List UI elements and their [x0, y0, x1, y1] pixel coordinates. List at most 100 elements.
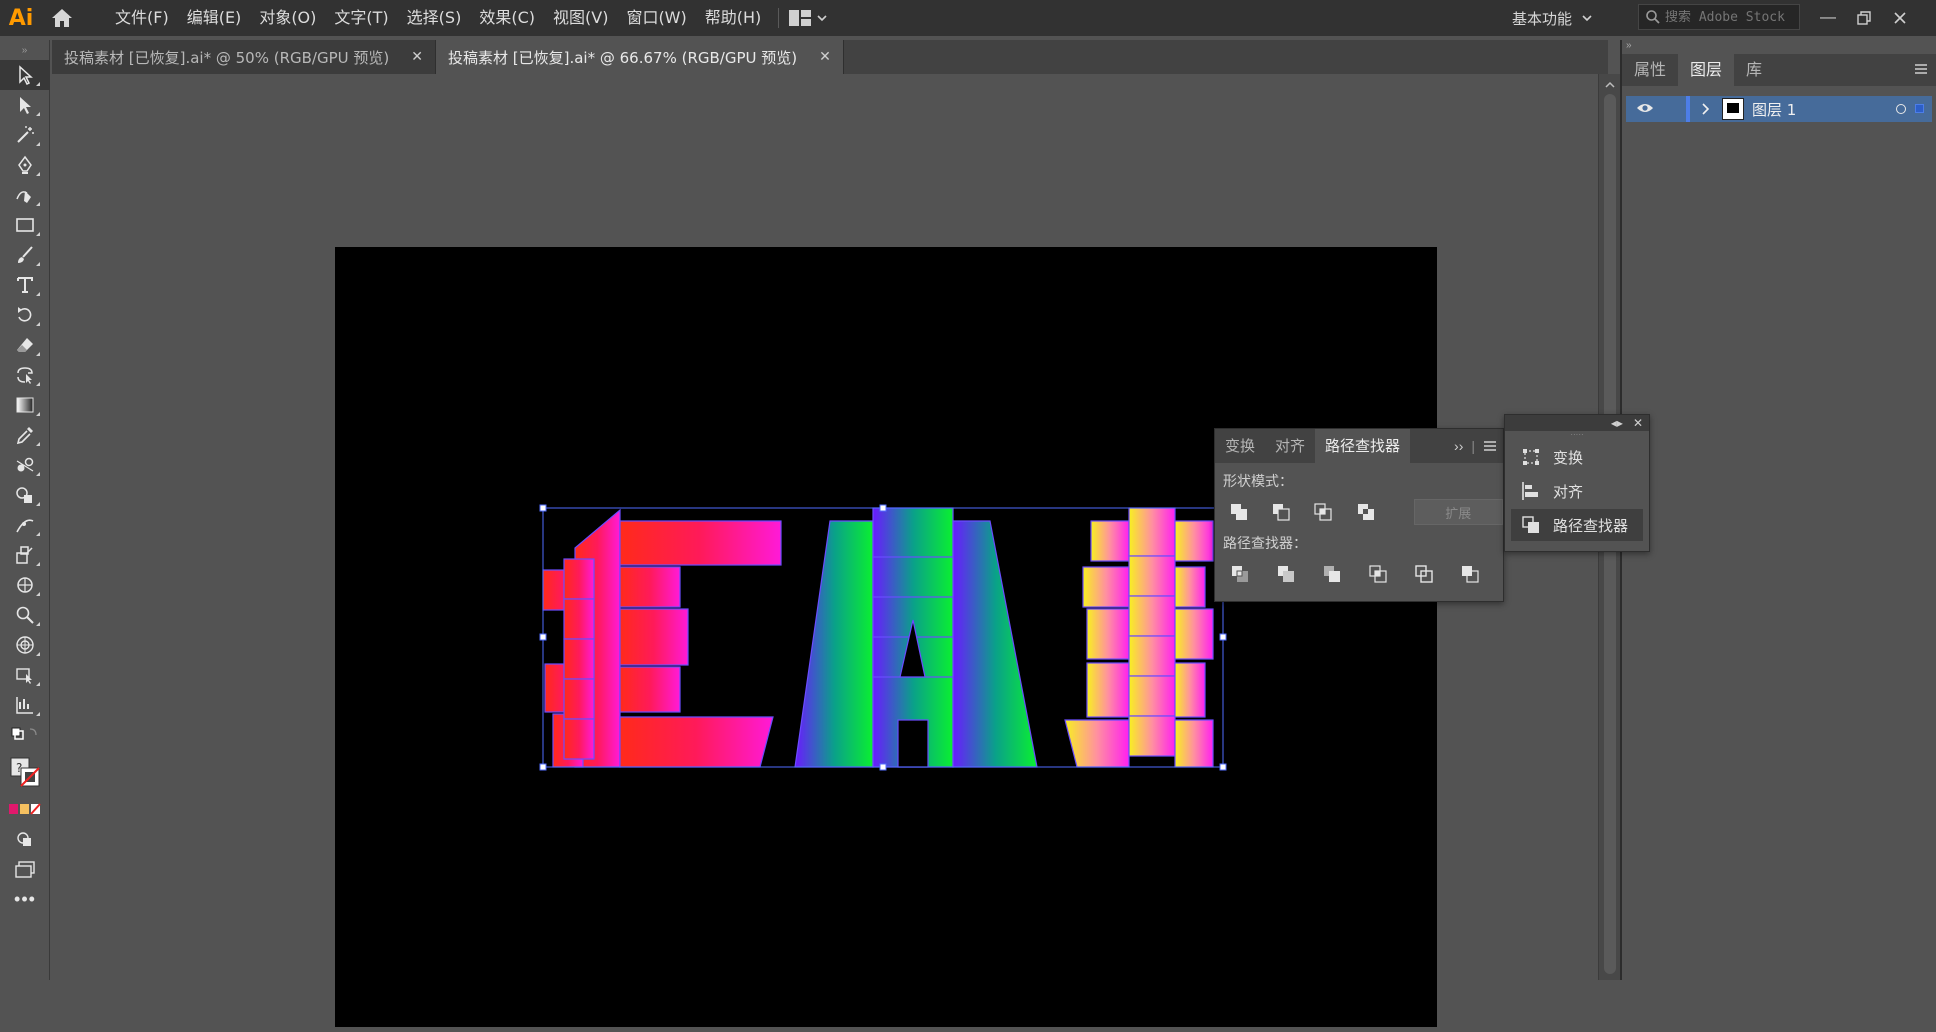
tab-document-66[interactable]: 投稿素材 [已恢复].ai* @ 66.67% (RGB/GPU 预览) ✕: [436, 40, 844, 74]
layer-name[interactable]: 图层 1: [1752, 99, 1796, 120]
workspace-switcher[interactable]: 基本功能: [1512, 0, 1592, 36]
close-window-button[interactable]: [1882, 0, 1918, 36]
outline-button[interactable]: [1411, 561, 1437, 587]
arrange-documents-button[interactable]: [789, 10, 827, 26]
minus-back-button[interactable]: [1457, 561, 1483, 587]
close-icon[interactable]: ✕: [819, 49, 831, 65]
magic-wand-tool[interactable]: [0, 120, 50, 150]
menu-file[interactable]: 文件(F): [106, 0, 178, 36]
tab-align[interactable]: 对齐: [1265, 429, 1315, 463]
edit-toolbar-button[interactable]: •••: [0, 884, 50, 914]
drawing-mode-button[interactable]: [0, 824, 50, 854]
type-tool[interactable]: [0, 270, 50, 300]
rotate-tool[interactable]: [0, 300, 50, 330]
zoom-tool[interactable]: [0, 600, 50, 630]
divide-icon: [1232, 566, 1248, 582]
tab-pathfinder[interactable]: 路径查找器: [1315, 429, 1411, 463]
pen-tool[interactable]: [0, 150, 50, 180]
blend-tool-icon: [16, 457, 34, 472]
scale-tool-icon: [16, 546, 33, 564]
dock-grip[interactable]: ·····: [1505, 431, 1649, 439]
selection-tool[interactable]: [0, 60, 50, 90]
symbol-sprayer-tool-icon: [17, 577, 33, 593]
hamburger-menu-icon[interactable]: [1483, 440, 1497, 452]
tab-label: 投稿素材 [已恢复].ai* @ 50% (RGB/GPU 预览): [64, 48, 390, 67]
tab-layers[interactable]: 图层: [1678, 54, 1735, 86]
home-button[interactable]: [42, 0, 82, 36]
menu-object[interactable]: 对象(O): [250, 0, 325, 36]
close-icon[interactable]: ✕: [411, 49, 423, 65]
rectangle-tool[interactable]: [0, 210, 50, 240]
free-transform-tool-icon: [17, 367, 33, 384]
live-paint-tool-icon: [16, 668, 32, 684]
gradient-tool-icon: [16, 397, 34, 413]
expand-layer-toggle[interactable]: [1700, 102, 1710, 120]
tab-libraries[interactable]: 库: [1734, 54, 1774, 86]
intersect-button[interactable]: [1311, 499, 1335, 525]
blend-tool[interactable]: [0, 450, 50, 480]
symbol-sprayer-tool[interactable]: [0, 570, 50, 600]
screen-mode-button[interactable]: [0, 854, 50, 884]
minus-front-button[interactable]: [1269, 499, 1293, 525]
trim-icon: [1278, 566, 1294, 582]
menu-select[interactable]: 选择(S): [398, 0, 471, 36]
shape-builder-tool-icon: [16, 487, 32, 503]
dock-item-align[interactable]: 对齐: [1511, 475, 1643, 507]
dock-header[interactable]: ◂▸ ✕: [1505, 415, 1649, 431]
live-paint-tool[interactable]: [0, 660, 50, 690]
panel-menu-button[interactable]: [1914, 62, 1928, 80]
pathfinder-icon: [1522, 516, 1539, 533]
fill-stroke-swap[interactable]: [0, 720, 50, 750]
tab-properties[interactable]: 属性: [1622, 54, 1678, 86]
crop-button[interactable]: [1365, 561, 1391, 587]
target-circle-icon[interactable]: [1896, 104, 1906, 114]
menu-effect[interactable]: 效果(C): [470, 0, 544, 36]
panel-collapse-handle[interactable]: »: [1622, 40, 1936, 54]
width-tool[interactable]: [0, 510, 50, 540]
curvature-tool[interactable]: [0, 180, 50, 210]
search-input[interactable]: [1665, 9, 1795, 25]
restore-button[interactable]: [1846, 0, 1882, 36]
toolbar-collapse-handle[interactable]: »: [0, 40, 49, 60]
free-transform-tool[interactable]: [0, 360, 50, 390]
color-mode-buttons[interactable]: [0, 794, 50, 824]
tab-transform[interactable]: 变换: [1215, 429, 1265, 463]
app-logo: Ai: [8, 5, 34, 31]
menu-view[interactable]: 视图(V): [544, 0, 617, 36]
scale-tool[interactable]: [0, 540, 50, 570]
menu-window[interactable]: 窗口(W): [617, 0, 695, 36]
graph-tool[interactable]: [0, 690, 50, 720]
double-chevron-right-icon[interactable]: ››: [1454, 438, 1463, 454]
layer-row[interactable]: 图层 1: [1626, 96, 1932, 122]
shape-builder-tool[interactable]: [0, 480, 50, 510]
artboard[interactable]: [335, 247, 1437, 1027]
perspective-grid-tool[interactable]: [0, 630, 50, 660]
eraser-tool[interactable]: [0, 330, 50, 360]
menu-type[interactable]: 文字(T): [325, 0, 397, 36]
artwork-cai-letters[interactable]: [335, 247, 1437, 1027]
tab-document-50[interactable]: 投稿素材 [已恢复].ai* @ 50% (RGB/GPU 预览) ✕: [52, 40, 436, 74]
expand-button[interactable]: 扩展: [1413, 499, 1503, 525]
menu-edit[interactable]: 编辑(E): [178, 0, 251, 36]
selection-square-icon[interactable]: [1915, 104, 1924, 113]
minimize-button[interactable]: —: [1810, 0, 1846, 36]
exclude-button[interactable]: [1353, 499, 1377, 525]
divide-button[interactable]: [1227, 561, 1253, 587]
stock-search[interactable]: [1638, 4, 1800, 30]
trim-button[interactable]: [1273, 561, 1299, 587]
unite-button[interactable]: [1227, 499, 1251, 525]
width-tool-icon: [16, 519, 34, 533]
paintbrush-tool[interactable]: [0, 240, 50, 270]
dock-item-transform[interactable]: 变换: [1511, 441, 1643, 473]
eyedropper-tool[interactable]: [0, 420, 50, 450]
direct-selection-tool[interactable]: [0, 90, 50, 120]
gradient-tool[interactable]: [0, 390, 50, 420]
merge-button[interactable]: [1319, 561, 1345, 587]
close-icon[interactable]: ✕: [1633, 416, 1643, 430]
dock-item-pathfinder[interactable]: 路径查找器: [1511, 509, 1643, 541]
fill-stroke-selector[interactable]: ?: [0, 750, 50, 794]
visibility-toggle[interactable]: [1636, 101, 1654, 119]
tab-label: 投稿素材 [已恢复].ai* @ 66.67% (RGB/GPU 预览): [448, 48, 798, 67]
expand-panels-icon[interactable]: ◂▸: [1611, 416, 1623, 430]
menu-help[interactable]: 帮助(H): [696, 0, 771, 36]
